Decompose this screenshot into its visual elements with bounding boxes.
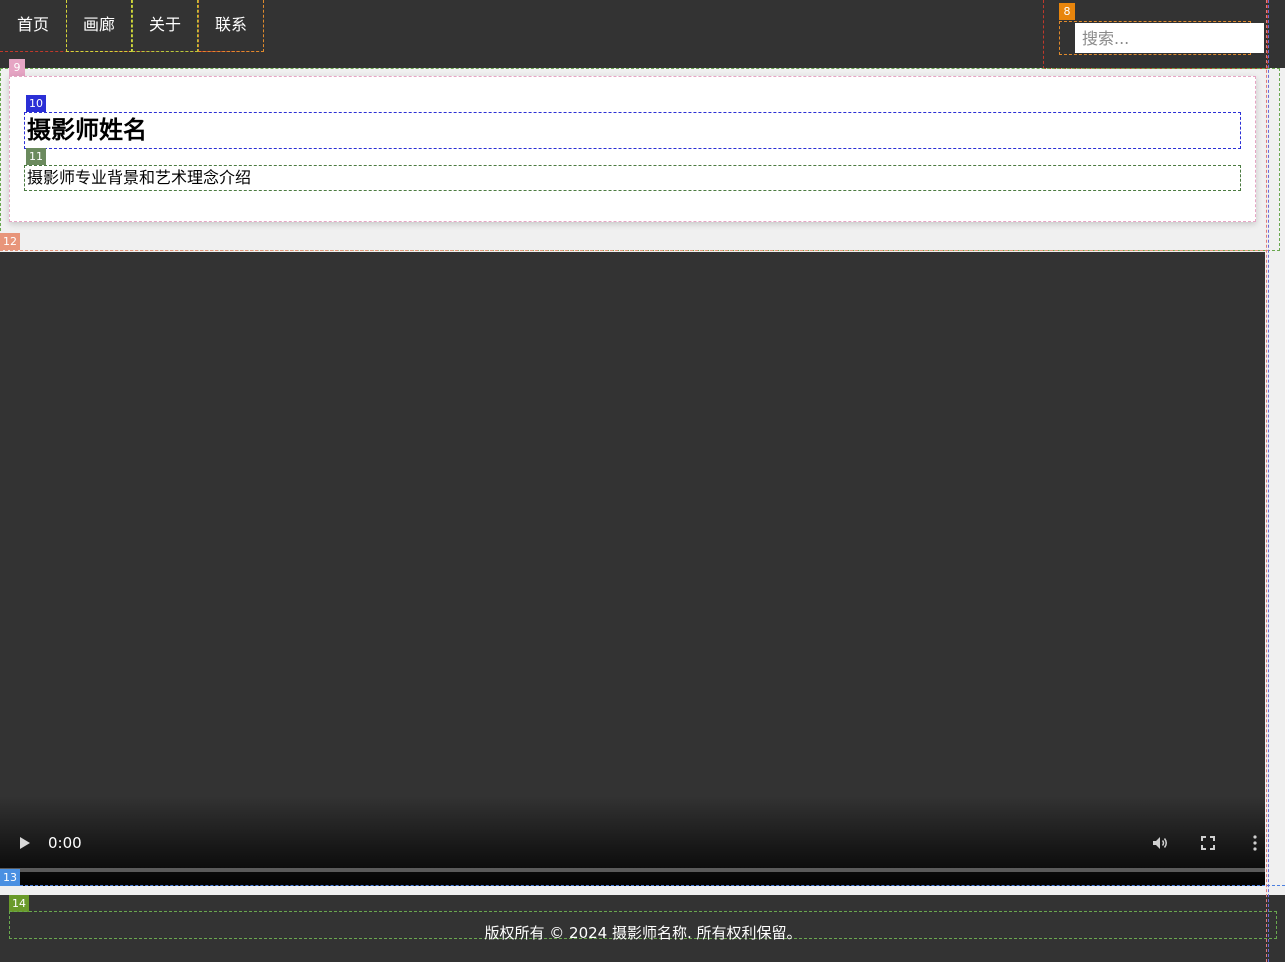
video-bottom-border	[0, 885, 1285, 886]
section-separator	[0, 250, 1268, 251]
badge-8: 8	[1059, 3, 1075, 20]
layout-guide-blue	[1268, 0, 1269, 962]
fullscreen-icon[interactable]	[1201, 836, 1215, 850]
badge-9: 9	[9, 59, 25, 76]
main-nav: 首页 画廊 关于 联系	[0, 0, 265, 52]
video-current-time: 0:00	[48, 834, 82, 852]
badge-14: 14	[9, 895, 29, 912]
photographer-name-heading: 摄影师姓名	[24, 112, 1241, 149]
badge-10: 10	[26, 95, 46, 112]
more-options-icon[interactable]	[1252, 835, 1258, 851]
nav-link-contact[interactable]: 联系	[198, 0, 265, 52]
photographer-description: 摄影师专业背景和艺术理念介绍	[24, 165, 1241, 191]
nav-link-gallery[interactable]: 画廊	[66, 0, 133, 52]
search-input[interactable]	[1075, 23, 1264, 53]
badge-11: 11	[26, 148, 46, 165]
video-player[interactable]: 0:00	[0, 252, 1265, 886]
badge-12: 12	[0, 233, 20, 250]
badge-13: 13	[0, 869, 20, 886]
nav-link-about[interactable]: 关于	[132, 0, 199, 52]
nav-link-home[interactable]: 首页	[0, 0, 66, 52]
intro-card	[9, 76, 1256, 222]
footer-copyright: 版权所有 © 2024 摄影师名称. 所有权利保留。	[9, 911, 1277, 942]
video-progress-bar[interactable]	[0, 868, 1265, 872]
volume-icon[interactable]	[1151, 834, 1169, 852]
layout-guide-red	[1266, 0, 1267, 962]
play-icon[interactable]	[20, 837, 30, 849]
video-controls-gradient	[0, 796, 1265, 886]
